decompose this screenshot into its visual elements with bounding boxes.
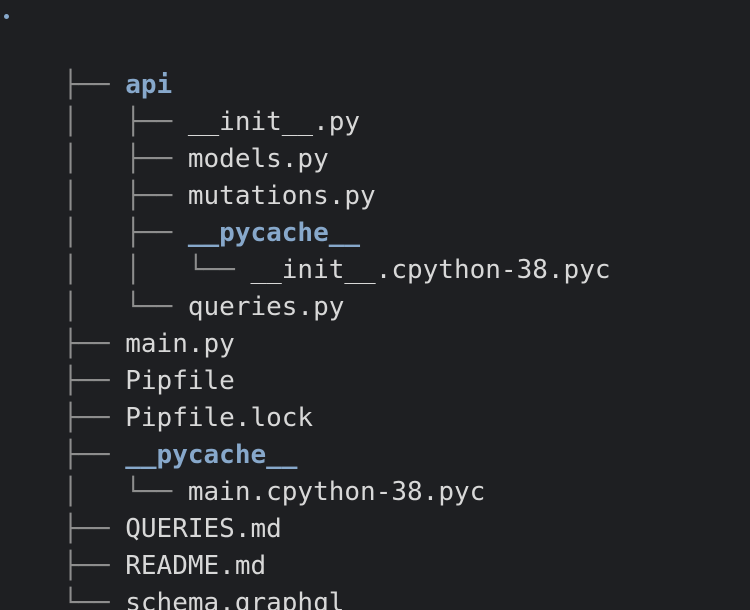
tree-entry: └── schema.graphql: [0, 548, 345, 610]
tree-entry: │ │ └── __init__.cpython-38.pyc: [0, 215, 611, 285]
tree-guide: └──: [62, 588, 126, 610]
tree-root: [4, 14, 9, 19]
tree-entry: ├── api: [0, 30, 173, 100]
tree-entry: ├── Pipfile.lock: [0, 363, 313, 433]
tree-entry: ├── Pipfile: [0, 326, 235, 396]
tree-entry: │ ├── mutations.py: [0, 141, 376, 211]
tree-entry: │ └── queries.py: [0, 252, 345, 322]
tree-entry: │ ├── __pycache__: [0, 178, 360, 248]
tree-entry: ├── README.md: [0, 511, 267, 581]
tree-entry: ├── __pycache__: [0, 400, 298, 470]
tree-entry: ├── main.py: [0, 289, 235, 359]
file-name: schema.graphql: [125, 588, 345, 610]
tree-entry: │ ├── models.py: [0, 104, 329, 174]
tree-entry: │ ├── __init__.py: [0, 67, 360, 137]
tree-entry: │ └── main.cpython-38.pyc: [0, 437, 486, 507]
terminal-output: . ├── api │ ├── __init__.py │ ├── models…: [0, 0, 750, 610]
tree-entry: ├── QUERIES.md: [0, 474, 282, 544]
